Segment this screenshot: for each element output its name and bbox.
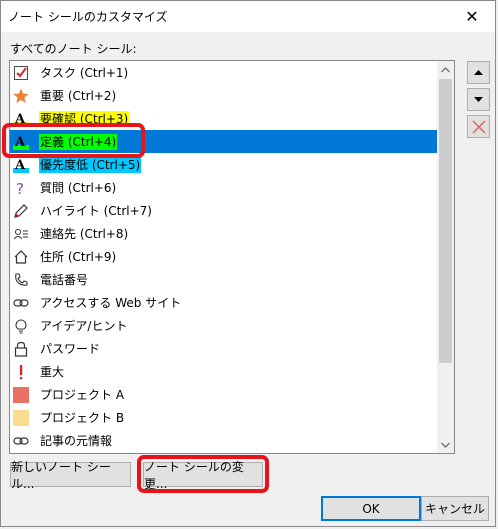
- lock-icon: [13, 341, 29, 357]
- list-item[interactable]: 重要 (Ctrl+2): [10, 84, 437, 107]
- contact-icon: [13, 226, 29, 242]
- tag-list: タスク (Ctrl+1) 重要 (Ctrl+2) A 要確認 (Ctrl+3) A 定義 …: [10, 61, 437, 452]
- list-item[interactable]: A 定義 (Ctrl+4): [10, 130, 437, 153]
- scroll-up-icon[interactable]: [437, 61, 454, 78]
- dialog-title: ノート シールのカスタマイズ: [8, 10, 168, 24]
- list-label: すべてのノート シール:: [10, 42, 137, 56]
- list-item[interactable]: パスワード: [10, 337, 437, 360]
- delete-x-icon: [471, 119, 486, 134]
- list-item[interactable]: アクセスする Web サイト: [10, 291, 437, 314]
- list-item-label: プロジェクト A: [40, 387, 125, 402]
- triangle-down-icon: [474, 97, 483, 102]
- list-item[interactable]: アイデア/ヒント: [10, 314, 437, 337]
- home-icon: [13, 249, 29, 265]
- svg-text:A: A: [14, 135, 26, 150]
- list-item-label: 重大: [40, 364, 65, 379]
- pen-icon: [13, 203, 29, 219]
- list-item-label: パスワード: [40, 341, 101, 356]
- list-item-label: 電話番号: [40, 272, 89, 287]
- list-item[interactable]: プロジェクト B: [10, 406, 437, 429]
- modify-tag-button[interactable]: ノート シールの変更...: [143, 460, 263, 491]
- list-item-label: ハイライト (Ctrl+7): [40, 203, 152, 218]
- list-item-label: 質問 (Ctrl+6): [40, 180, 117, 195]
- list-item[interactable]: 重大: [10, 360, 437, 383]
- list-item-label: アイデア/ヒント: [40, 318, 128, 333]
- list-item[interactable]: ? 質問 (Ctrl+6): [10, 176, 437, 199]
- list-item[interactable]: 住所 (Ctrl+9): [10, 245, 437, 268]
- move-up-button[interactable]: [467, 61, 490, 84]
- close-icon[interactable]: ✕: [449, 1, 495, 32]
- square-red-icon: [13, 386, 29, 403]
- list-item-label: 要確認 (Ctrl+3): [39, 110, 130, 127]
- list-item-label: 重要 (Ctrl+2): [40, 88, 117, 103]
- checkbox-icon: [13, 65, 29, 81]
- cancel-button[interactable]: キャンセル: [421, 496, 489, 521]
- list-item-label: 定義 (Ctrl+4): [39, 133, 118, 150]
- star-icon: [13, 88, 29, 104]
- list-item-label: 記事の元情報: [40, 433, 113, 448]
- scrollbar-thumb[interactable]: [439, 79, 452, 363]
- list-item[interactable]: A 優先度低 (Ctrl+5): [10, 153, 437, 176]
- list-item[interactable]: タスク (Ctrl+1): [10, 61, 437, 84]
- list-item[interactable]: 記事の元情報: [10, 429, 437, 452]
- vertical-scrollbar[interactable]: [437, 61, 454, 453]
- list-item-label: プロジェクト B: [40, 410, 125, 425]
- list-item[interactable]: ハイライト (Ctrl+7): [10, 199, 437, 222]
- list-item-label: 住所 (Ctrl+9): [40, 249, 117, 264]
- highlight-a-icon: A: [13, 111, 29, 127]
- ok-button[interactable]: OK: [321, 496, 421, 521]
- exclamation-icon: [13, 364, 29, 380]
- triangle-up-icon: [474, 70, 483, 75]
- list-item-label: タスク (Ctrl+1): [40, 65, 129, 80]
- svg-text:A: A: [14, 158, 26, 173]
- list-item-label: 優先度低 (Ctrl+5): [39, 156, 142, 173]
- list-item[interactable]: 電話番号: [10, 268, 437, 291]
- dialog-window: ノート シールのカスタマイズ ✕ すべてのノート シール: タスク (Ctrl+…: [0, 0, 496, 527]
- list-item[interactable]: A 要確認 (Ctrl+3): [10, 107, 437, 130]
- lightbulb-icon: [13, 318, 29, 334]
- list-item[interactable]: プロジェクト A: [10, 383, 437, 406]
- link-icon: [13, 295, 29, 311]
- delete-button[interactable]: [467, 115, 490, 138]
- svg-text:?: ?: [16, 180, 24, 196]
- tag-listbox[interactable]: タスク (Ctrl+1) 重要 (Ctrl+2) A 要確認 (Ctrl+3) A 定義 …: [9, 60, 455, 454]
- question-icon: ?: [13, 180, 29, 196]
- scroll-down-icon[interactable]: [437, 436, 454, 453]
- square-yellow-icon: [13, 409, 29, 426]
- list-item[interactable]: 連絡先 (Ctrl+8): [10, 222, 437, 245]
- link-icon: [13, 433, 29, 449]
- highlight-a-icon: A: [13, 134, 29, 150]
- highlight-a-icon: A: [13, 157, 29, 173]
- svg-text:A: A: [14, 112, 26, 127]
- move-down-button[interactable]: [467, 88, 490, 111]
- phone-icon: [13, 272, 29, 288]
- list-item-label: 連絡先 (Ctrl+8): [40, 226, 129, 241]
- new-tag-button[interactable]: 新しいノート シール...: [10, 460, 131, 491]
- list-item-label: アクセスする Web サイト: [40, 295, 182, 310]
- title-bar: ノート シールのカスタマイズ ✕: [1, 1, 495, 32]
